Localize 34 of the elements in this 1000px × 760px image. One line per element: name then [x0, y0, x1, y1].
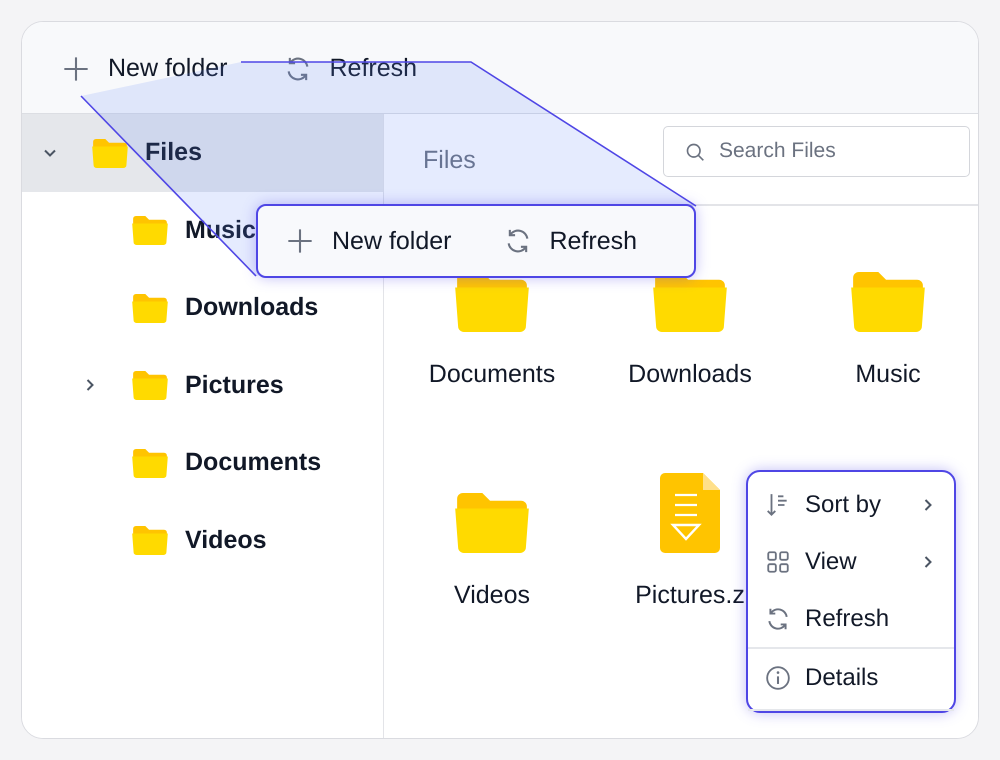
- info-icon: [765, 664, 791, 690]
- breadcrumb-title: Files: [423, 146, 476, 174]
- folder-icon: [453, 491, 531, 553]
- folder-icon: [131, 215, 169, 246]
- tree-item[interactable]: Pictures: [22, 346, 383, 424]
- plus-icon: [286, 227, 314, 255]
- file-name[interactable]: Pictures.z: [635, 581, 745, 610]
- menu-item[interactable]: Sort by: [748, 476, 954, 533]
- folder-icon: [131, 448, 169, 478]
- toolbar-button[interactable]: Refresh: [282, 50, 420, 87]
- archive-file-icon: [660, 473, 720, 553]
- tree-item[interactable]: Documents: [22, 424, 383, 502]
- file-name[interactable]: Documents: [428, 360, 556, 389]
- toolbar-button[interactable]: Refresh: [502, 222, 640, 260]
- tree-item[interactable]: Downloads: [22, 269, 383, 346]
- search-icon: [685, 142, 705, 162]
- menu-item[interactable]: Refresh: [748, 590, 954, 647]
- plus-icon: [62, 54, 90, 82]
- menu-item[interactable]: Details: [748, 649, 954, 706]
- menu-item[interactable]: View: [748, 533, 954, 590]
- file-name[interactable]: Downloads: [628, 360, 752, 389]
- grid-icon: [765, 548, 791, 574]
- toolbar-button[interactable]: New folder: [60, 50, 230, 87]
- folder-icon: [131, 370, 169, 400]
- file-name[interactable]: Videos: [454, 581, 530, 610]
- toolbar-button[interactable]: New folder: [284, 222, 454, 260]
- folder-icon: [131, 292, 169, 323]
- folder-icon: [91, 138, 129, 168]
- tree-item[interactable]: Videos: [22, 502, 383, 579]
- folder-icon: [849, 270, 927, 332]
- file-name[interactable]: Music: [855, 360, 921, 389]
- search-field[interactable]: Search Files: [663, 126, 970, 176]
- folder-icon: [131, 525, 169, 556]
- tree-item[interactable]: Files: [22, 114, 383, 192]
